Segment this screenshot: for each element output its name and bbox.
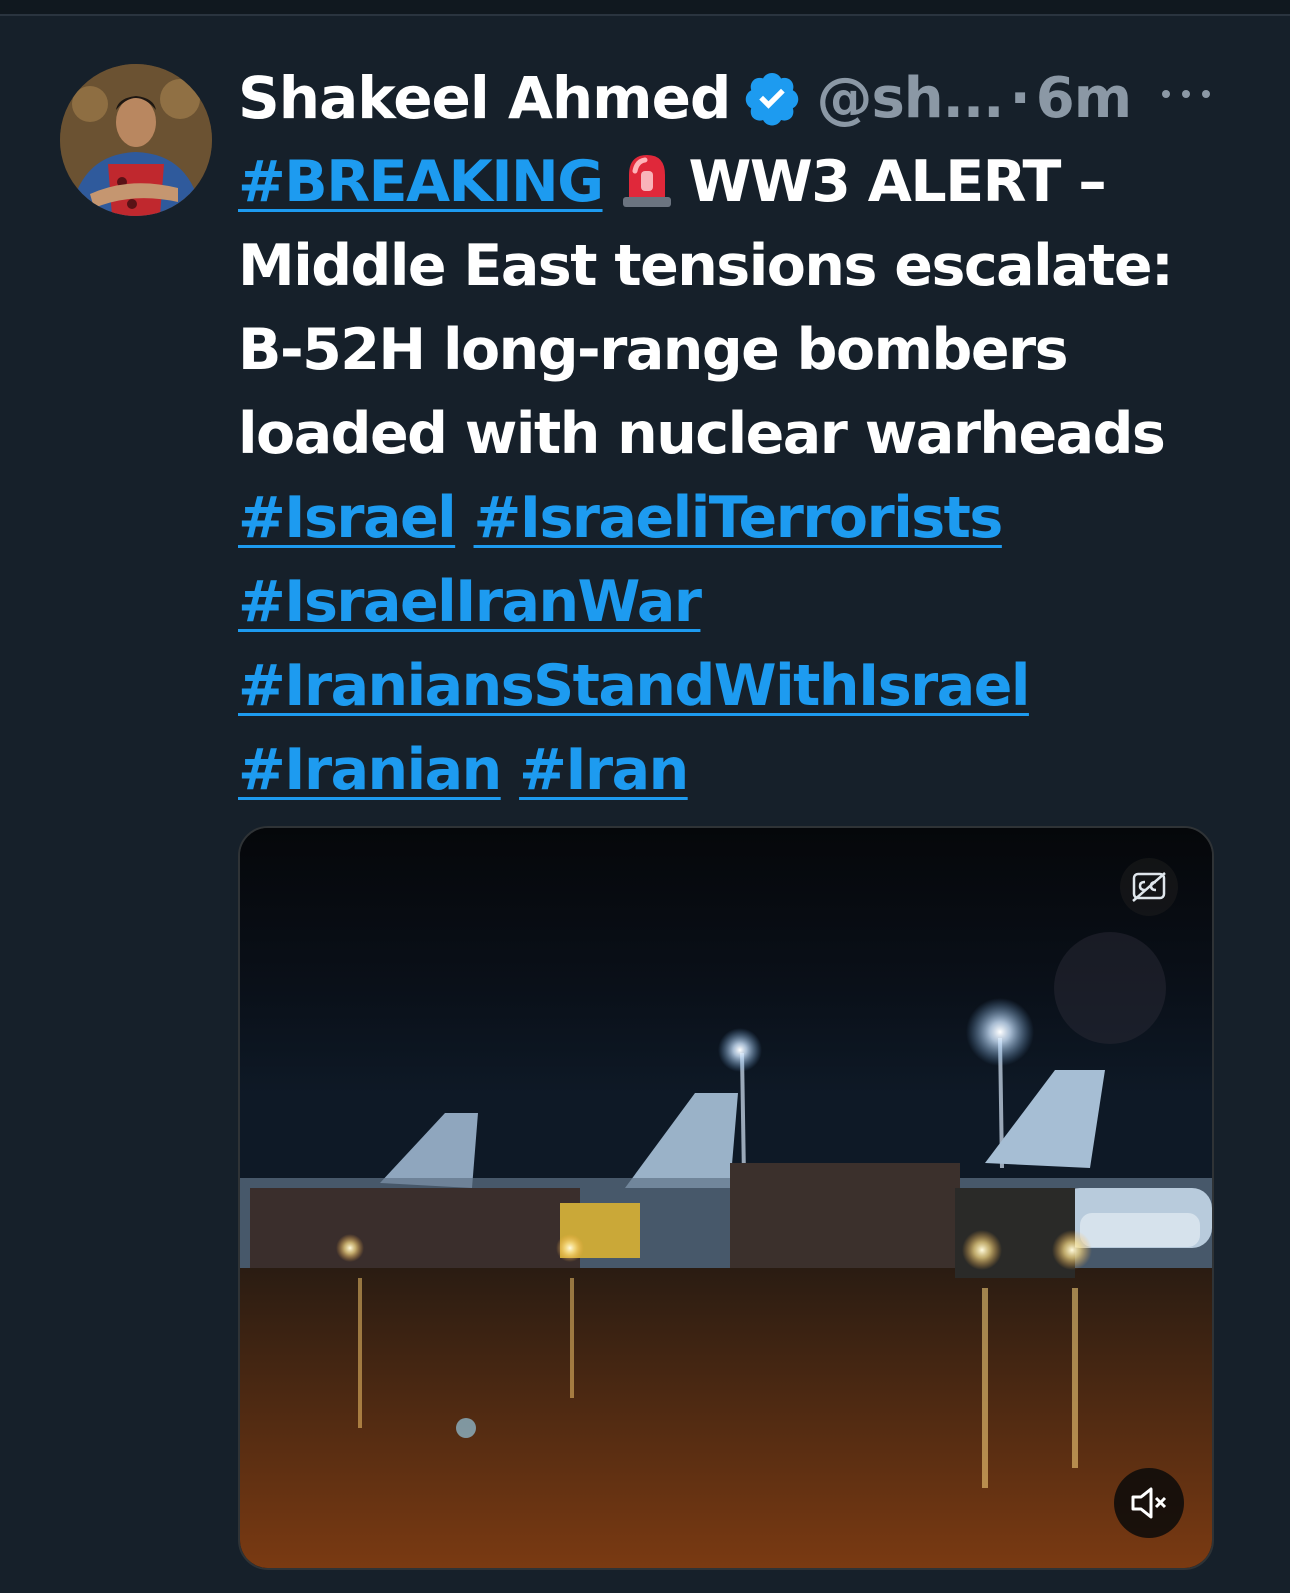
tweet-text-segment: loaded with nuclear warheads [238,401,1166,467]
hashtag-link[interactable]: #IsraelIranWar [238,569,702,635]
captions-off-icon [1132,872,1166,902]
volume-muted-icon [1131,1487,1167,1519]
tweet-line: #IsraelIranWar [238,560,1238,644]
video-frame [240,828,1212,1568]
tweet-line: #IraniansStandWithIsrael [238,644,1238,728]
top-divider [0,0,1290,16]
tweet-line: loaded with nuclear warheads [238,392,1238,476]
user-handle[interactable]: @sh... [816,66,1004,131]
verified-badge-icon[interactable] [742,68,802,128]
more-dot [1182,90,1190,98]
timestamp[interactable]: 6m [1036,66,1132,131]
tweet-text: #BREAKING WW3 ALERT – Middle East tensio… [238,140,1238,812]
hashtag-link[interactable]: #Iranian [238,737,502,803]
hashtag-link[interactable]: #IraniansStandWithIsrael [238,653,1030,719]
tweet-line: B-52H long-range bombers [238,308,1238,392]
rotating-light-icon [619,148,675,208]
mute-button[interactable] [1114,1468,1184,1538]
display-name[interactable]: Shakeel Ahmed [238,64,731,132]
avatar-image [60,64,212,216]
video-player[interactable] [238,826,1214,1570]
hashtag-link[interactable]: #IsraeliTerrorists [474,485,1004,551]
tweet[interactable]: Shakeel Ahmed @sh... · 6m #BREAKING WW3 … [0,16,1290,1593]
tweet-line: Middle East tensions escalate: [238,224,1238,308]
tweet-text-segment: B-52H long-range bombers [238,317,1069,383]
tweet-text-segment: WW3 ALERT – [688,149,1107,215]
more-options-button[interactable] [1162,76,1210,112]
more-dot [1202,90,1210,98]
tweet-line: #BREAKING WW3 ALERT – [238,140,1238,224]
tweet-line: #Iranian #Iran [238,728,1238,812]
hashtag-link[interactable]: #BREAKING [238,149,604,215]
tweet-text-segment: Middle East tensions escalate: [238,233,1174,299]
hashtag-link[interactable]: #Israel [238,485,457,551]
avatar[interactable] [60,64,212,216]
separator-dot: · [1009,65,1030,131]
tweet-line: #Israel #IsraeliTerrorists [238,476,1238,560]
tweet-header: Shakeel Ahmed @sh... · 6m [238,60,1238,136]
hashtag-link[interactable]: #Iran [519,737,689,803]
captions-button[interactable] [1120,858,1178,916]
more-horizontal-icon [1162,90,1170,98]
